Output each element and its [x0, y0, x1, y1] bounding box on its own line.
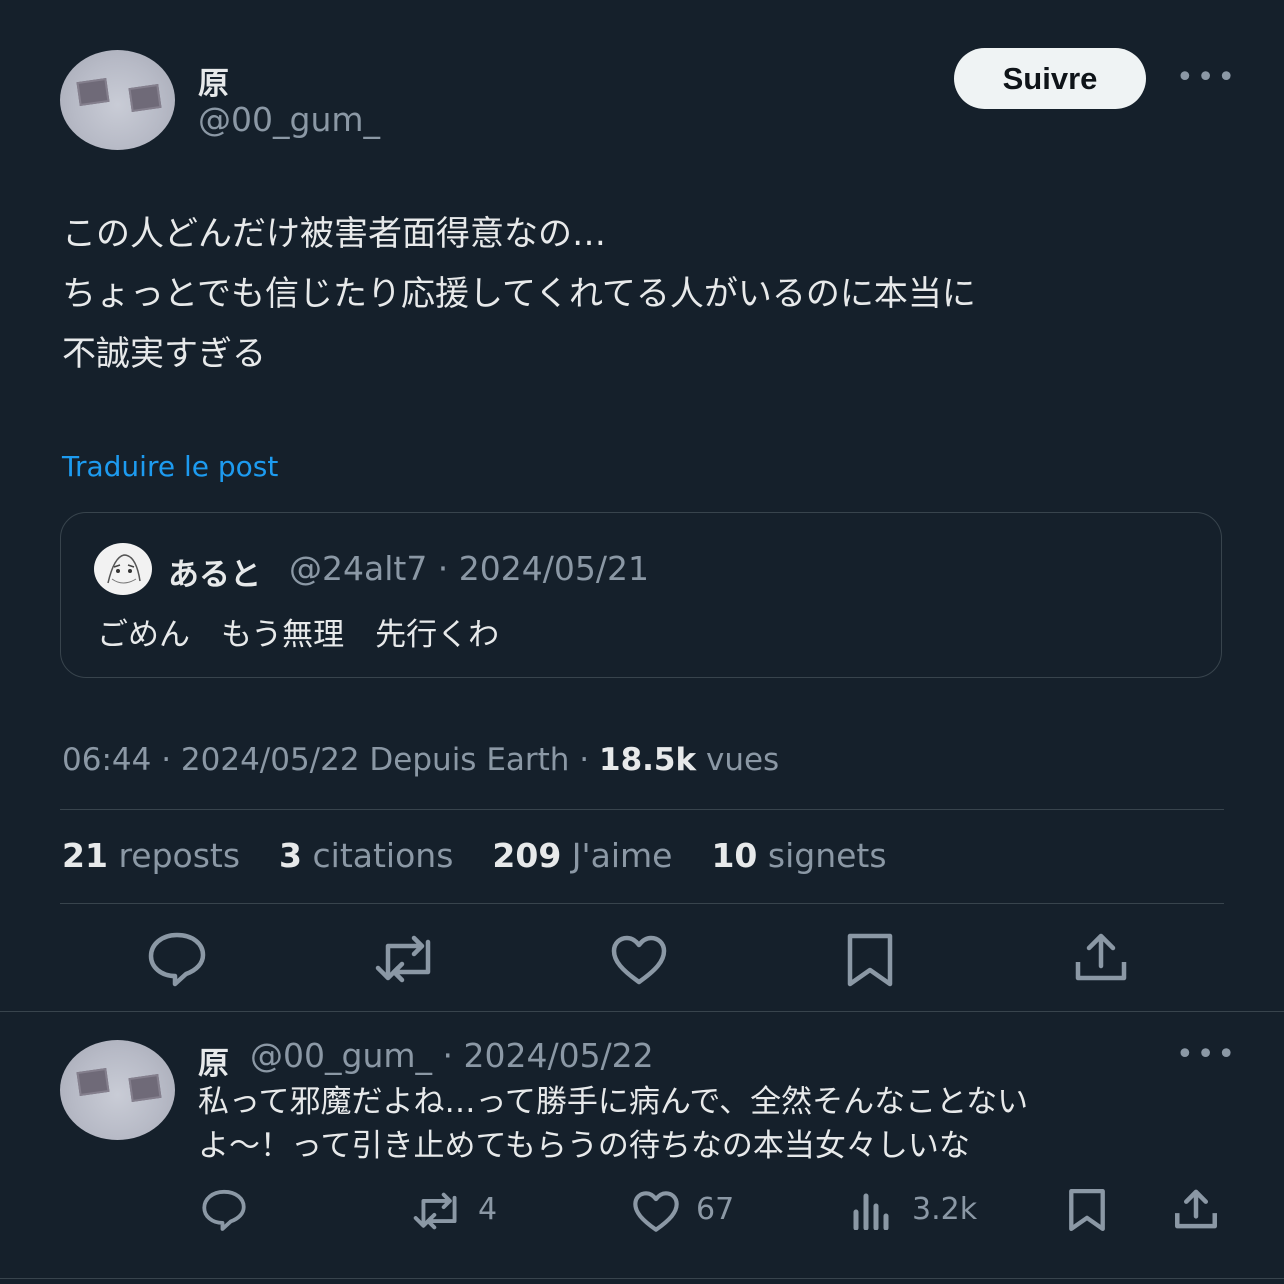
avatar-eye-left	[76, 78, 110, 106]
reply-views-count: 3.2k	[912, 1192, 978, 1227]
author-name[interactable]: 原	[198, 58, 229, 103]
repost-icon[interactable]	[374, 932, 442, 986]
reply-icon[interactable]	[146, 930, 208, 988]
reply-more-options-icon[interactable]: •••	[1176, 1037, 1238, 1072]
post-text-line: この人どんだけ被害者面得意なの…	[62, 214, 606, 254]
translate-post-link[interactable]: Traduire le post	[62, 450, 278, 483]
views-label: vues	[705, 742, 780, 778]
quote-author-name[interactable]: あると	[168, 549, 261, 594]
stat-bookmarks[interactable]: 10 signets	[711, 836, 886, 875]
reply-author-avatar[interactable]	[60, 1040, 175, 1140]
stat-likes[interactable]: 209 J'aime	[492, 836, 672, 875]
reply-reply-icon[interactable]	[200, 1188, 248, 1232]
post-text-line: ちょっとでも信じたり応援してくれてる人がいるのに本当に	[62, 274, 976, 314]
reply-text-line: よ〜！って引き止めてもらうの待ちなの本当女々しいな	[198, 1128, 970, 1164]
avatar-eye-right	[128, 1074, 162, 1102]
follow-button[interactable]: Suivre	[954, 48, 1146, 109]
reply-repost-count: 4	[478, 1192, 498, 1227]
reply-text: 私って邪魔だよね…って勝手に病んで、全然そんなことない よ〜！って引き止めてもら…	[198, 1080, 1258, 1168]
reply-views-icon[interactable]	[852, 1190, 892, 1230]
quote-author-avatar	[94, 543, 152, 595]
reply-repost-icon[interactable]	[412, 1190, 466, 1232]
quoted-post[interactable]: あると @24alt7 · 2024/05/21 ごめん もう無理 先行くわ	[60, 512, 1222, 678]
divider	[0, 1278, 1284, 1279]
like-icon[interactable]	[610, 934, 668, 986]
post-timestamp[interactable]: 06:44 · 2024/05/22 Depuis Earth ·	[62, 742, 589, 778]
stat-reposts[interactable]: 21 reposts	[62, 836, 240, 875]
divider	[0, 1011, 1284, 1012]
post-text: この人どんだけ被害者面得意なの… ちょっとでも信じたり応援してくれてる人がいるの…	[62, 204, 1242, 384]
quote-handle-date[interactable]: @24alt7 · 2024/05/21	[289, 549, 649, 588]
more-options-icon[interactable]: •••	[1176, 60, 1238, 95]
reply-like-count: 67	[696, 1192, 735, 1227]
reply-like-icon[interactable]	[632, 1190, 680, 1233]
reply-author-name[interactable]: 原	[198, 1038, 229, 1083]
divider	[60, 903, 1224, 904]
divider	[60, 809, 1224, 810]
avatar-eye-right	[128, 84, 162, 112]
bookmark-icon[interactable]	[846, 932, 894, 988]
reply-text-line: 私って邪魔だよね…って勝手に病んで、全然そんなことない	[198, 1084, 1029, 1120]
post-meta: 06:44 · 2024/05/22 Depuis Earth · 18.5k …	[62, 742, 779, 778]
avatar-eye-left	[76, 1068, 110, 1096]
quote-avatar-sketch-icon	[107, 554, 141, 584]
reply-bookmark-icon[interactable]	[1068, 1188, 1106, 1232]
author-avatar[interactable]	[60, 50, 175, 150]
post-text-line: 不誠実すぎる	[62, 334, 266, 374]
reply-share-icon[interactable]	[1174, 1188, 1218, 1230]
reply-handle-date[interactable]: @00_gum_ · 2024/05/22	[250, 1036, 654, 1075]
quote-text: ごめん もう無理 先行くわ	[97, 617, 500, 653]
views-count: 18.5k	[599, 742, 697, 778]
stat-citations[interactable]: 3 citations	[279, 836, 453, 875]
engagement-stats: 21 reposts 3 citations 209 J'aime 10 sig…	[62, 836, 887, 875]
share-icon[interactable]	[1074, 932, 1128, 982]
author-handle[interactable]: @00_gum_	[198, 100, 380, 139]
